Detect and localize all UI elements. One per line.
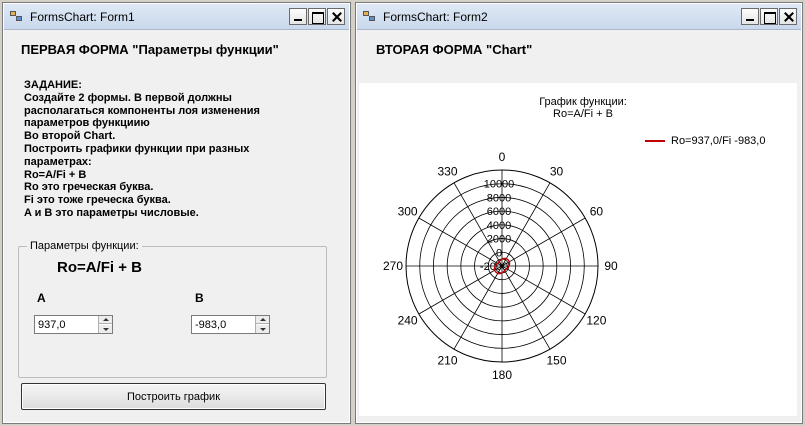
maximize-button[interactable] [760, 8, 778, 25]
app-icon [363, 11, 377, 23]
radial-tick-label: 4000 [487, 220, 511, 232]
param-b-up-arrow-icon[interactable] [256, 316, 269, 324]
params-group-label: Параметры функции: [27, 240, 142, 252]
radial-tick-label: 0 [496, 247, 502, 259]
build-chart-button[interactable]: Построить график [21, 383, 326, 410]
form2-window: FormsChart: Form2 ВТОРАЯ ФОРМА "Chart" Г… [355, 2, 803, 424]
minimize-button[interactable] [289, 8, 307, 25]
close-button[interactable] [327, 8, 345, 25]
chart-title-line1: График функции: [539, 96, 627, 108]
legend-swatch [645, 140, 665, 143]
angle-tick-label: 330 [437, 165, 457, 179]
form1-heading: ПЕРВАЯ ФОРМА "Параметры функции" [21, 42, 279, 57]
param-a-down-arrow-icon[interactable] [99, 325, 112, 333]
param-a-spinner[interactable]: 937,0 [34, 315, 113, 334]
angle-tick-label: 180 [492, 368, 512, 382]
angle-tick-label: 60 [590, 205, 604, 219]
close-button[interactable] [779, 8, 797, 25]
chart-control[interactable]: График функции: Ro=A/Fi + B Ro=937,0/Fi … [359, 83, 797, 416]
legend-label: Ro=937,0/Fi -983,0 [671, 135, 766, 147]
form1-titlebar[interactable]: FormsChart: Form1 [4, 4, 349, 30]
angle-tick-label: 270 [383, 259, 403, 273]
task-description: ЗАДАНИЕ: Создайте 2 формы. В первой долж… [24, 79, 260, 219]
angle-tick-label: 240 [398, 314, 418, 328]
chart-legend: Ro=937,0/Fi -983,0 [645, 135, 765, 147]
polar-chart: 0306090120150180210240270300330-20000200… [383, 150, 618, 382]
chart-title: График функции: Ro=A/Fi + B [523, 96, 643, 120]
angle-tick-label: 300 [398, 205, 418, 219]
param-b-label: B [195, 291, 204, 305]
form2-heading: ВТОРАЯ ФОРМА "Chart" [376, 42, 533, 57]
formula-label: Ro=A/Fi + B [57, 259, 143, 276]
angle-tick-label: 90 [604, 259, 618, 273]
app-icon [10, 11, 24, 23]
angle-tick-label: 30 [550, 165, 564, 179]
param-a-up-arrow-icon[interactable] [99, 316, 112, 324]
form1-window: FormsChart: Form1 ПЕРВАЯ ФОРМА "Параметр… [2, 2, 351, 424]
chart-title-line2: Ro=A/Fi + B [553, 108, 613, 120]
form1-title: FormsChart: Form1 [30, 10, 135, 24]
angle-tick-label: 0 [499, 150, 506, 164]
angle-tick-label: 210 [437, 353, 457, 367]
angle-tick-label: 120 [586, 314, 606, 328]
maximize-button[interactable] [308, 8, 326, 25]
param-b-spinner[interactable]: -983,0 [191, 315, 270, 334]
form2-titlebar[interactable]: FormsChart: Form2 [357, 4, 801, 30]
params-groupbox: Параметры функции: Ro=A/Fi + B A 937,0 B… [18, 240, 327, 378]
angle-tick-label: 150 [546, 353, 566, 367]
form2-client: ВТОРАЯ ФОРМА "Chart" График функции: Ro=… [357, 31, 801, 422]
param-a-label: A [37, 291, 46, 305]
radial-tick-label: 8000 [487, 192, 511, 204]
radial-tick-label: 10000 [484, 179, 515, 191]
radial-tick-label: 2000 [487, 234, 511, 246]
form1-client: ПЕРВАЯ ФОРМА "Параметры функции" ЗАДАНИЕ… [4, 31, 349, 422]
param-b-value[interactable]: -983,0 [195, 319, 226, 331]
minimize-button[interactable] [741, 8, 759, 25]
param-a-value[interactable]: 937,0 [38, 319, 66, 331]
param-b-down-arrow-icon[interactable] [256, 325, 269, 333]
radial-tick-label: 6000 [487, 206, 511, 218]
form2-title: FormsChart: Form2 [383, 10, 488, 24]
